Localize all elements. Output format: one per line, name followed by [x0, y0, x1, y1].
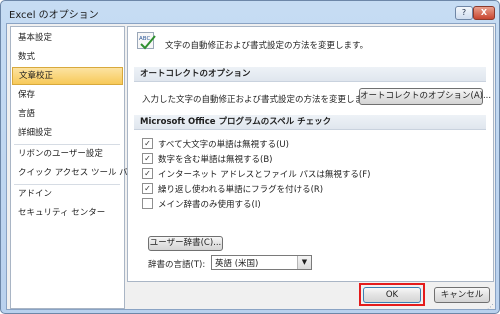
dialog-body: 基本設定 数式 文章校正 保存 言語 詳細設定 リボンのユーザー設定 クイック …: [6, 23, 496, 310]
abc-icon-text: ABC: [139, 36, 150, 42]
autocorrect-section-header: オートコレクトのオプション: [134, 67, 486, 82]
close-button[interactable]: X: [473, 6, 495, 20]
autocorrect-description: 入力した文字の自動修正および書式設定の方法を変更します:: [142, 95, 375, 105]
sidebar-item-customize-ribbon[interactable]: リボンのユーザー設定: [12, 145, 123, 163]
sidebar-item-trust-center[interactable]: セキュリティ センター: [12, 204, 123, 222]
dictionary-language-label: 辞書の言語(T):: [148, 260, 206, 270]
sidebar-item-general[interactable]: 基本設定: [12, 29, 123, 47]
excel-options-window: Excel のオプション ? X 基本設定 数式 文章校正 保存 言語 詳細設定…: [0, 0, 500, 314]
checkbox-ignore-uppercase[interactable]: ✓: [142, 138, 153, 149]
sidebar-item-quick-access-toolbar[interactable]: クイック アクセス ツール バー: [12, 164, 136, 182]
option-flag-repeated-words[interactable]: ✓ 繰り返し使われる単語にフラグを付ける(R): [142, 183, 323, 197]
option-ignore-uppercase[interactable]: ✓ すべて大文字の単語は無視する(U): [142, 138, 289, 152]
sidebar-item-language[interactable]: 言語: [12, 105, 123, 123]
dictionary-language-value: 英語 (米国): [215, 259, 259, 269]
checkbox-ignore-internet-addresses[interactable]: ✓: [142, 168, 153, 179]
title-bar: Excel のオプション ? X: [1, 1, 499, 23]
page-heading: 文字の自動修正および書式設定の方法を変更します。: [165, 41, 369, 51]
option-label: メイン辞書のみ使用する(I): [158, 200, 261, 210]
resize-grip-icon[interactable]: ⋰: [487, 303, 494, 311]
option-label: インターネット アドレスとファイル パスは無視する(F): [158, 170, 371, 180]
window-title: Excel のオプション: [9, 10, 99, 21]
help-button[interactable]: ?: [455, 6, 473, 20]
sidebar-item-formulas[interactable]: 数式: [12, 48, 123, 66]
sidebar-item-add-ins[interactable]: アドイン: [12, 185, 123, 203]
option-ignore-numbers[interactable]: ✓ 数字を含む単語は無視する(B): [142, 153, 272, 167]
cancel-button[interactable]: キャンセル: [434, 287, 490, 303]
sidebar-item-save[interactable]: 保存: [12, 86, 123, 104]
custom-dictionaries-button[interactable]: ユーザー辞書(C)...: [148, 236, 223, 251]
ok-button[interactable]: OK: [363, 287, 421, 303]
checkbox-flag-repeated-words[interactable]: ✓: [142, 183, 153, 194]
autocorrect-options-button[interactable]: オートコレクトのオプション(A)...: [359, 88, 491, 105]
abc-check-icon: ABC: [137, 32, 156, 50]
chevron-down-icon[interactable]: ▼: [297, 256, 311, 269]
sidebar: 基本設定 数式 文章校正 保存 言語 詳細設定 リボンのユーザー設定 クイック …: [10, 26, 136, 309]
sidebar-item-proofing[interactable]: 文章校正: [12, 67, 123, 85]
checkbox-ignore-numbers[interactable]: ✓: [142, 153, 153, 164]
option-label: 繰り返し使われる単語にフラグを付ける(R): [158, 185, 324, 195]
checkbox-main-dictionary-only[interactable]: [142, 198, 153, 209]
spelling-section-header: Microsoft Office プログラムのスペル チェック: [134, 115, 486, 130]
proofing-panel: ABC 文字の自動修正および書式設定の方法を変更します。 オートコレクトのオプシ…: [127, 26, 494, 282]
sidebar-item-advanced[interactable]: 詳細設定: [12, 124, 123, 142]
option-ignore-internet-addresses[interactable]: ✓ インターネット アドレスとファイル パスは無視する(F): [142, 168, 370, 182]
option-label: 数字を含む単語は無視する(B): [158, 155, 273, 165]
dictionary-language-select[interactable]: 英語 (米国) ▼: [211, 255, 312, 270]
option-main-dictionary-only[interactable]: メイン辞書のみ使用する(I): [142, 198, 261, 212]
option-label: すべて大文字の単語は無視する(U): [158, 140, 289, 150]
